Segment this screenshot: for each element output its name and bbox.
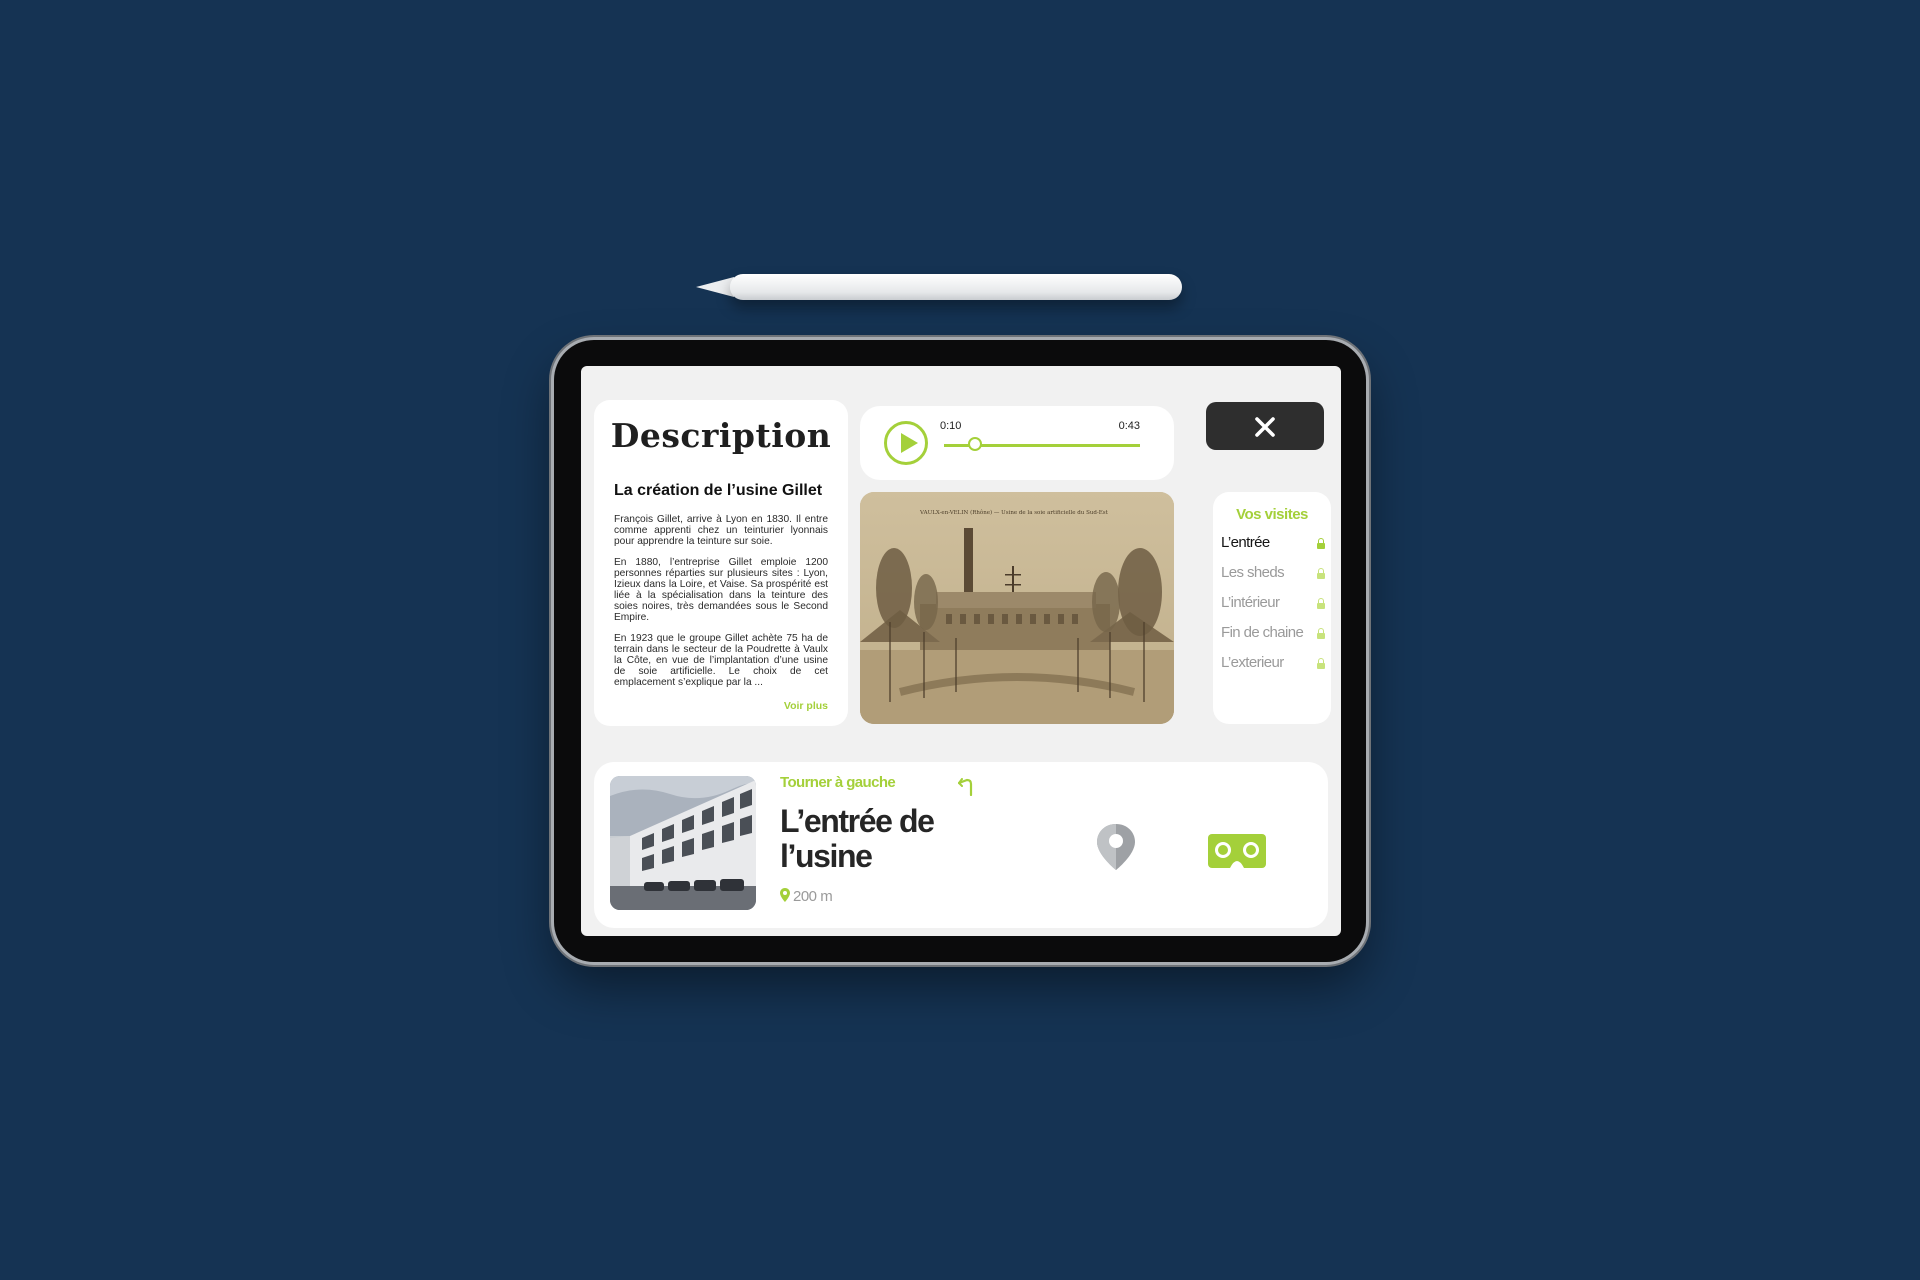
historic-postcard-photo: VAULX-en-VELIN (Rhône) — Usine de la soi… <box>860 492 1174 724</box>
lock-icon <box>1317 598 1325 609</box>
visit-item-label: Fin de chaine <box>1221 624 1304 641</box>
lock-icon <box>1317 628 1325 639</box>
lock-icon <box>1317 658 1325 669</box>
visit-item-label: L’intérieur <box>1221 594 1280 611</box>
lock-icon <box>1317 568 1325 579</box>
location-title: L’entrée de l’usine <box>780 803 935 874</box>
distance-value: 200 m <box>793 888 833 905</box>
visit-item-label: L’entrée <box>1221 534 1270 551</box>
map-marker-icon[interactable] <box>1094 822 1138 872</box>
description-card: Description La création de l’usine Gille… <box>594 400 848 726</box>
play-button[interactable] <box>884 421 928 465</box>
description-body: François Gillet, arrive à Lyon en 1830. … <box>614 514 828 698</box>
stylus <box>696 274 1182 300</box>
visit-item-entree[interactable]: L’entrée <box>1221 534 1325 556</box>
close-button[interactable] <box>1206 402 1324 450</box>
current-time: 0:10 <box>940 420 962 432</box>
visit-item-label: Les sheds <box>1221 564 1285 581</box>
visit-item-label: L’exterieur <box>1221 654 1284 671</box>
audio-progress-track[interactable] <box>944 437 1140 451</box>
description-paragraph: François Gillet, arrive à Lyon en 1830. … <box>614 514 828 547</box>
postcard-caption: VAULX-en-VELIN (Rhône) — Usine de la soi… <box>919 509 1109 516</box>
lock-icon <box>1317 538 1325 549</box>
audio-player: 0:10 0:43 <box>860 406 1174 480</box>
description-paragraph: En 1880, l’entreprise Gillet emploie 120… <box>614 557 828 623</box>
description-subtitle: La création de l’usine Gillet <box>614 482 823 499</box>
visit-item-sheds[interactable]: Les sheds <box>1221 564 1325 586</box>
visits-title: Vos visites <box>1236 506 1308 523</box>
visits-card: Vos visites L’entrée Les sheds L’intérie… <box>1213 492 1331 724</box>
location-pin-icon <box>780 888 790 902</box>
app-screen: Description La création de l’usine Gille… <box>581 366 1341 936</box>
description-paragraph: En 1923 que le groupe Gillet achète 75 h… <box>614 633 828 688</box>
description-title: Description <box>610 416 832 455</box>
visit-item-fin-de-chaine[interactable]: Fin de chaine <box>1221 624 1325 646</box>
visit-item-interieur[interactable]: L’intérieur <box>1221 594 1325 616</box>
navigation-card: Tourner à gauche L’entrée de l’usine 200… <box>594 762 1328 928</box>
vr-headset-icon[interactable] <box>1208 834 1266 868</box>
read-more-link[interactable]: Voir plus <box>784 700 828 712</box>
turn-left-arrow-icon <box>958 778 973 796</box>
location-thumbnail <box>610 776 756 910</box>
close-icon <box>1255 417 1275 437</box>
audio-progress-thumb[interactable] <box>968 437 983 451</box>
distance-label: 200 m <box>780 888 833 905</box>
turn-instruction: Tourner à gauche <box>780 774 896 791</box>
stylus-body <box>730 274 1182 300</box>
total-time: 0:43 <box>1118 420 1140 432</box>
postcard-illustration: VAULX-en-VELIN (Rhône) — Usine de la soi… <box>860 492 1174 724</box>
stylus-tip <box>696 277 734 297</box>
building-illustration <box>610 776 756 910</box>
visit-item-exterieur[interactable]: L’exterieur <box>1221 654 1325 676</box>
